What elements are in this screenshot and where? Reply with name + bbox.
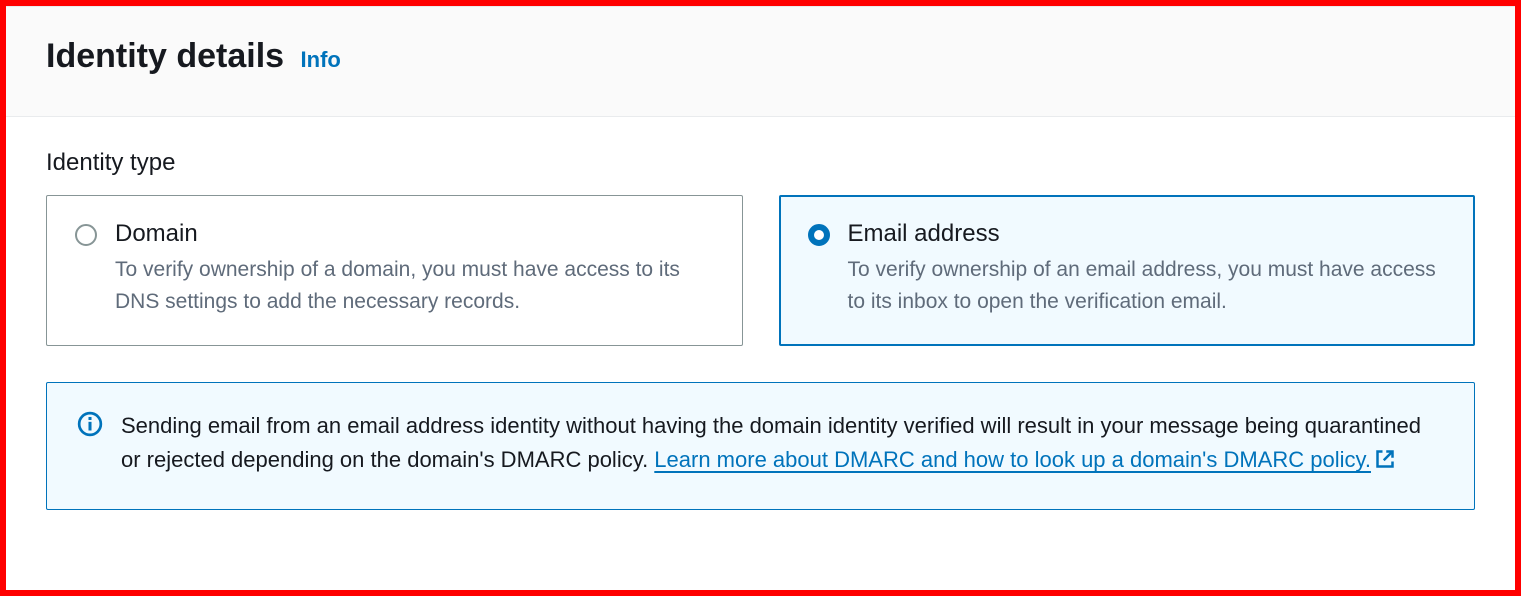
- radio-card-email[interactable]: Email address To verify ownership of an …: [779, 195, 1476, 346]
- external-link-icon: [1375, 445, 1395, 479]
- identity-type-radio-group: Domain To verify ownership of a domain, …: [46, 195, 1475, 346]
- dmarc-info-text: Sending email from an email address iden…: [121, 409, 1444, 479]
- radio-desc-domain: To verify ownership of a domain, you mus…: [115, 254, 714, 317]
- radio-icon: [75, 224, 97, 246]
- dmarc-learn-more-link[interactable]: Learn more about DMARC and how to look u…: [654, 447, 1395, 472]
- identity-details-panel: Identity details Info Identity type Doma…: [6, 6, 1515, 590]
- dmarc-info-box: Sending email from an email address iden…: [46, 382, 1475, 510]
- radio-content: Email address To verify ownership of an …: [848, 220, 1447, 317]
- radio-content: Domain To verify ownership of a domain, …: [115, 220, 714, 317]
- radio-card-domain[interactable]: Domain To verify ownership of a domain, …: [46, 195, 743, 346]
- radio-title-domain: Domain: [115, 220, 714, 248]
- radio-title-email: Email address: [848, 220, 1447, 248]
- panel-content: Identity type Domain To verify ownership…: [6, 117, 1515, 530]
- radio-icon: [808, 224, 830, 246]
- info-link[interactable]: Info: [301, 47, 341, 72]
- info-icon: [77, 411, 103, 437]
- panel-header: Identity details Info: [6, 6, 1515, 117]
- radio-desc-email: To verify ownership of an email address,…: [848, 254, 1447, 317]
- panel-title: Identity details: [46, 37, 284, 76]
- identity-type-label: Identity type: [46, 149, 1475, 177]
